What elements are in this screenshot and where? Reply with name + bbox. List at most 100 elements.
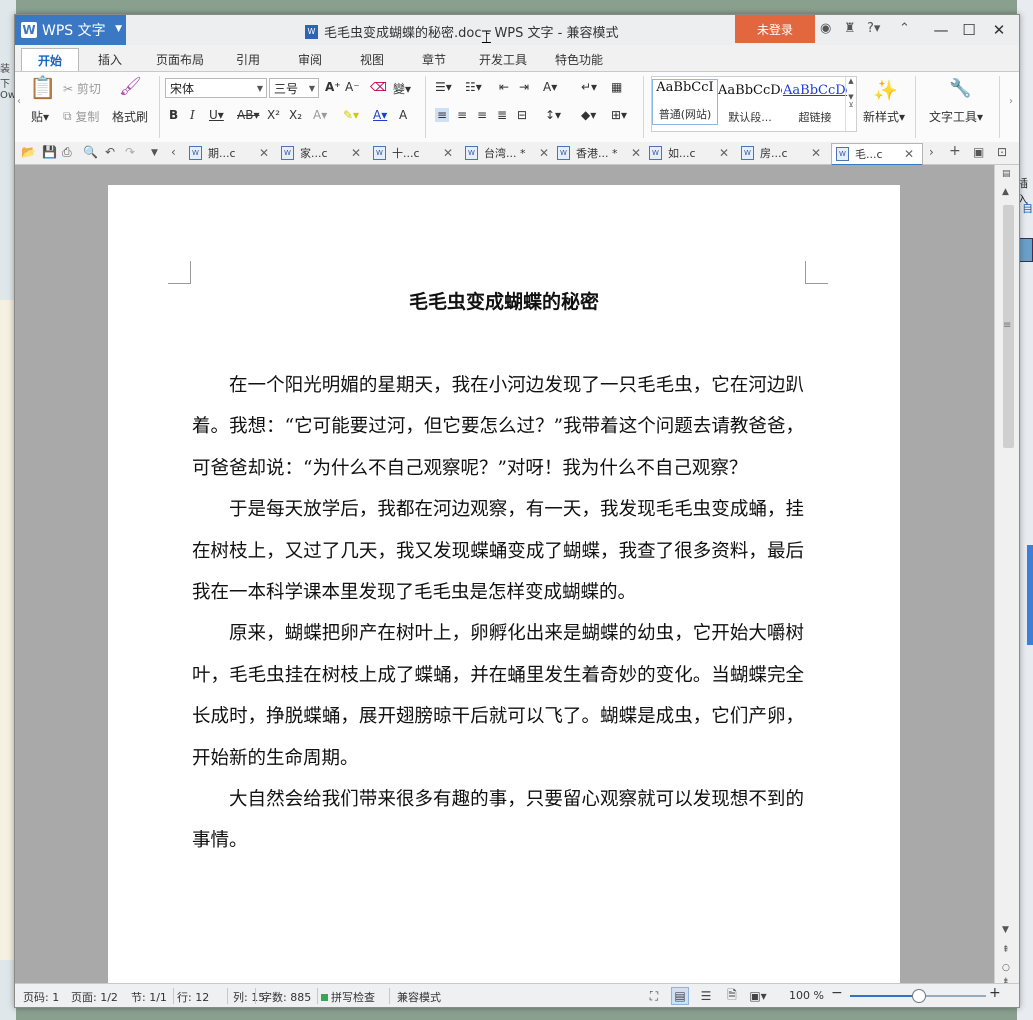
style-hyperlink[interactable]: AaBbCcDd 超链接 [783, 83, 847, 125]
web-view-icon[interactable]: 🗎 [723, 987, 741, 1005]
copy-button[interactable]: ⧉ 复制 [63, 108, 99, 125]
ruler-toggle-icon[interactable]: ▤ [1002, 169, 1011, 179]
paragraph[interactable]: 在一个阳光明媚的星期天，我在小河边发现了一只毛毛虫，它在河边趴着。我想：“它可能… [192, 365, 804, 489]
style-default-paragraph[interactable]: AaBbCcDd 默认段... [718, 83, 782, 125]
italic-icon[interactable]: I [190, 108, 195, 122]
scroll-down-icon[interactable]: ▼ [1002, 925, 1009, 935]
font-name-select[interactable]: 宋体 ▼ [165, 78, 267, 98]
redo-icon[interactable]: ↷ [125, 145, 135, 159]
vertical-scrollbar[interactable]: ▤ ▲ ≡ ▼ ⇞ ○ ⇟ [994, 165, 1019, 987]
close-tab-icon[interactable]: ✕ [539, 146, 549, 160]
text-tools-button[interactable]: 文字工具 ▾ [929, 108, 983, 125]
char-shading-icon[interactable]: A [399, 108, 407, 122]
bullet-list-icon[interactable]: ☰▾ [435, 80, 452, 94]
help-button[interactable]: ?▾ [867, 21, 880, 36]
close-tab-icon[interactable]: ✕ [811, 146, 821, 160]
previous-page-icon[interactable]: ⇞ [1002, 945, 1010, 955]
ribbon-scroll-left-icon[interactable]: ‹ [17, 96, 21, 107]
zoom-slider-knob[interactable] [912, 989, 926, 1003]
paste-icon[interactable]: 📋 [29, 76, 56, 101]
doc-tab[interactable]: W 十...c ✕ [373, 143, 459, 163]
collapse-ribbon-icon[interactable]: ⌃ [899, 21, 910, 36]
distribute-icon[interactable]: ⊟ [517, 108, 527, 122]
doc-tab-active[interactable]: W 毛...c ✕ [831, 143, 923, 166]
print-preview-icon[interactable]: 🔍 [83, 145, 98, 159]
shrink-font-icon[interactable]: A⁻ [345, 80, 360, 94]
doc-tab[interactable]: W 家...c ✕ [281, 143, 367, 163]
close-tab-icon[interactable]: ✕ [631, 146, 641, 160]
select-browse-icon[interactable]: ○ [1002, 963, 1010, 973]
align-right-icon[interactable]: ≡ [477, 108, 487, 122]
paragraph[interactable]: 于是每天放学后，我都在河边观察，有一天，我发现毛毛虫变成蛹，挂在树枝上，又过了几… [192, 489, 804, 613]
decrease-indent-icon[interactable]: ⇤ [499, 80, 509, 94]
page-view-icon[interactable]: ▤ [671, 987, 689, 1005]
minimize-button[interactable]: — [927, 18, 955, 42]
status-page-code[interactable]: 页码: 1 [23, 989, 59, 1005]
zoom-level[interactable]: 100 % [789, 989, 824, 1002]
document-body[interactable]: 在一个阳光明媚的星期天，我在小河边发现了一只毛毛虫，它在河边趴着。我想：“它可能… [192, 365, 804, 862]
tab-home[interactable]: 开始 [21, 48, 79, 71]
ribbon-scroll-right-icon[interactable]: › [1009, 96, 1013, 107]
style-normal-web[interactable]: AaBbCcI 普通(网站) [652, 79, 718, 125]
style-gallery-scroll[interactable]: ▲ ▼ ⊻ [845, 77, 856, 131]
doc-tab[interactable]: W 房...c ✕ [741, 143, 827, 163]
font-color-icon[interactable]: A▾ [373, 108, 387, 122]
close-tab-icon[interactable]: ✕ [719, 146, 729, 160]
grow-font-icon[interactable]: A⁺ [325, 80, 341, 94]
tab-list-icon[interactable]: ▣ [973, 145, 984, 159]
tab-settings-icon[interactable]: ⊡ [997, 145, 1007, 159]
tab-developer[interactable]: 开发工具 [471, 48, 535, 70]
tab-insert[interactable]: 插入 [87, 48, 133, 70]
text-effect-icon[interactable]: A▾ [313, 108, 327, 122]
close-tab-icon[interactable]: ✕ [351, 146, 361, 160]
zoom-out-icon[interactable]: − [831, 985, 843, 1001]
status-row[interactable]: 行: 12 [177, 989, 209, 1005]
underline-icon[interactable]: U▾ [209, 108, 224, 122]
document-heading[interactable]: 毛毛虫变成蝴蝶的秘密 [108, 287, 900, 314]
tab-chapter[interactable]: 章节 [411, 48, 457, 70]
doc-tab[interactable]: W 台湾... * ✕ [465, 143, 551, 163]
tab-references[interactable]: 引用 [225, 48, 271, 70]
format-painter-icon[interactable]: 🖌 [119, 76, 142, 97]
document-area[interactable]: 毛毛虫变成蝴蝶的秘密 在一个阳光明媚的星期天，我在小河边发现了一只毛毛虫，它在河… [15, 165, 994, 983]
bold-icon[interactable]: B [169, 108, 178, 122]
borders-icon[interactable]: ⊞▾ [611, 108, 627, 122]
paragraph[interactable]: 大自然会给我们带来很多有趣的事，只要留心观察就可以发现想不到的事情。 [192, 779, 804, 862]
shading-icon[interactable]: ◆▾ [581, 108, 596, 122]
change-case-icon[interactable]: A▾ [543, 80, 557, 94]
tab-page-layout[interactable]: 页面布局 [145, 48, 215, 70]
doc-tab[interactable]: W 期...c ✕ [189, 143, 275, 163]
zoom-slider[interactable] [850, 989, 986, 1003]
open-folder-icon[interactable]: 📂 [21, 145, 36, 159]
zoom-in-icon[interactable]: + [989, 985, 1001, 1001]
status-page[interactable]: 页面: 1/2 [71, 989, 118, 1005]
font-size-select[interactable]: 三号 ▼ [269, 78, 319, 98]
reading-view-icon[interactable]: ▣▾ [749, 987, 767, 1005]
pinyin-icon[interactable]: 變▾ [393, 80, 411, 97]
align-center-icon[interactable]: ≡ [457, 108, 467, 122]
paragraph-mark-icon[interactable]: ↵▾ [581, 80, 597, 94]
print-icon[interactable]: ⎙ [62, 145, 72, 160]
login-button[interactable]: 未登录 [735, 15, 815, 43]
skin-icon[interactable]: ◉ [820, 21, 831, 36]
close-tab-icon[interactable]: ✕ [259, 146, 269, 160]
tabs-scroll-right-icon[interactable]: › [929, 145, 934, 159]
highlight-icon[interactable]: ✎▾ [343, 108, 359, 122]
close-tab-icon[interactable]: ✕ [443, 146, 453, 160]
paste-button[interactable]: 贴 ▾ [31, 108, 49, 125]
save-icon[interactable]: 💾 [42, 145, 57, 159]
justify-icon[interactable]: ≣ [497, 108, 507, 122]
status-word-count[interactable]: 字数: 885 [261, 989, 311, 1005]
format-painter-button[interactable]: 格式刷 [112, 108, 148, 125]
paragraph[interactable]: 原来，蝴蝶把卵产在树叶上，卵孵化出来是蝴蝶的幼虫，它开始大嚼树叶，毛毛虫挂在树枝… [192, 613, 804, 779]
fullscreen-view-icon[interactable]: ⛶ [645, 987, 663, 1005]
tab-special[interactable]: 特色功能 [547, 48, 611, 70]
tab-review[interactable]: 审阅 [287, 48, 333, 70]
number-list-icon[interactable]: ☷▾ [465, 80, 482, 94]
status-section[interactable]: 节: 1/1 [131, 989, 167, 1005]
line-spacing-icon[interactable]: ↕▾ [545, 108, 561, 122]
increase-indent-icon[interactable]: ⇥ [519, 80, 529, 94]
table-grid-icon[interactable]: ▦ [611, 80, 622, 94]
subscript-icon[interactable]: X₂ [289, 108, 302, 122]
cut-button[interactable]: ✂ 剪切 [63, 80, 101, 97]
